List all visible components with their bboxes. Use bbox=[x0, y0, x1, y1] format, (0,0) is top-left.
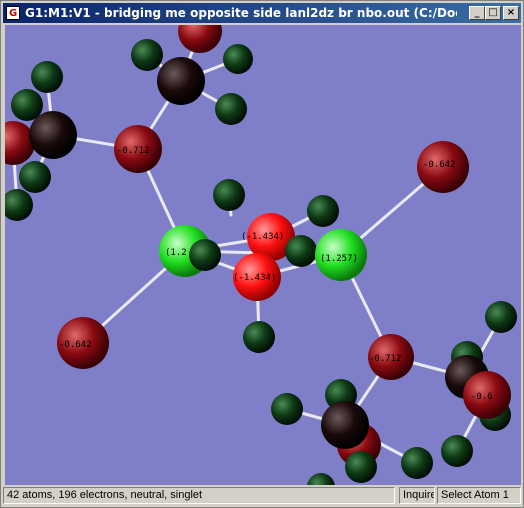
selection-indicator: Select Atom 1 bbox=[437, 487, 521, 504]
hydrogen-atom bbox=[189, 239, 221, 271]
hydrogen-atom bbox=[345, 451, 377, 483]
carbon-atom bbox=[29, 111, 77, 159]
hydrogen-atom bbox=[485, 301, 517, 333]
hydrogen-atom bbox=[441, 435, 473, 467]
status-bar: 42 atoms, 196 electrons, neutral, single… bbox=[3, 487, 521, 505]
app-icon[interactable]: G bbox=[6, 6, 20, 20]
minimize-button[interactable]: _ bbox=[469, 6, 485, 20]
carbon-atom bbox=[157, 57, 205, 105]
maximize-button[interactable]: □ bbox=[485, 6, 501, 20]
charge-label: -0.642 bbox=[59, 340, 92, 350]
hydrogen-atom bbox=[31, 61, 63, 93]
hydrogen-atom bbox=[19, 161, 51, 193]
atoms-back bbox=[5, 25, 517, 485]
molecule-info-text: 42 atoms, 196 electrons, neutral, single… bbox=[3, 487, 395, 504]
carbon-atom bbox=[321, 401, 369, 449]
charge-label: -0.712 bbox=[117, 146, 150, 156]
charge-label: (-1.434) bbox=[241, 232, 284, 242]
hydrogen-atom bbox=[223, 44, 253, 74]
hydrogen-atom bbox=[5, 189, 33, 221]
mode-indicator: Inquire bbox=[399, 487, 435, 504]
bromine-atom bbox=[178, 25, 222, 53]
close-button[interactable]: × bbox=[503, 6, 519, 20]
hydrogen-atom bbox=[271, 393, 303, 425]
molecule-canvas[interactable]: (1.257) (1.2 (-1.434) (-1.434) -0.712 -0… bbox=[5, 25, 521, 485]
hydrogen-atom bbox=[285, 235, 317, 267]
charge-label: -0.712 bbox=[369, 354, 402, 364]
hydrogen-atom bbox=[215, 93, 247, 125]
molecule-viewport[interactable]: (1.257) (1.2 (-1.434) (-1.434) -0.712 -0… bbox=[5, 25, 521, 485]
window-title: G1:M1:V1 - bridging me opposite side lan… bbox=[25, 6, 457, 20]
hydrogen-atom bbox=[213, 179, 245, 211]
application-window: G G1:M1:V1 - bridging me opposite side l… bbox=[0, 0, 524, 508]
charge-label: -0.6 bbox=[471, 392, 493, 402]
charge-label: -0.642 bbox=[423, 160, 456, 170]
charge-label: (1.2 bbox=[165, 248, 187, 258]
hydrogen-atom bbox=[401, 447, 433, 479]
hydrogen-atom bbox=[243, 321, 275, 353]
hydrogen-atom bbox=[131, 39, 163, 71]
hydrogen-atom bbox=[307, 473, 335, 485]
hydrogen-atom bbox=[307, 195, 339, 227]
title-bar[interactable]: G G1:M1:V1 - bridging me opposite side l… bbox=[3, 3, 521, 23]
charge-label: (1.257) bbox=[320, 254, 358, 264]
charge-label: (-1.434) bbox=[233, 273, 276, 283]
